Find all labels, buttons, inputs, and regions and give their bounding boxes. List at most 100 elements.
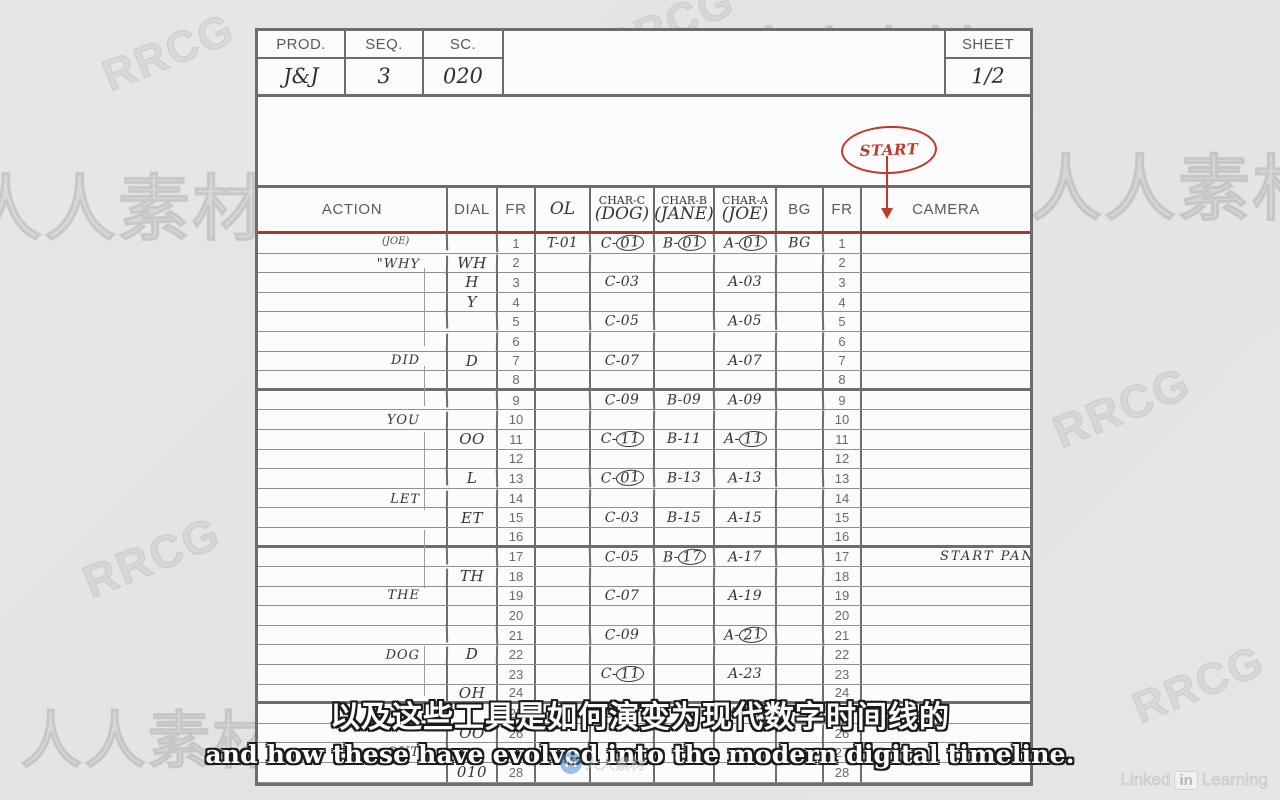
cell-bg xyxy=(777,508,824,527)
table-row[interactable]: 17 C-05 B- 17 A-17 17 START PAN xyxy=(257,545,1030,569)
cell-char-a: A-23 xyxy=(715,665,777,684)
table-row[interactable]: YOU 10 10 xyxy=(257,408,1030,431)
cell-dial: L xyxy=(447,468,499,489)
table-row[interactable]: 66 xyxy=(257,330,1030,353)
cell-action xyxy=(258,429,448,449)
table-row[interactable]: OO 11 C- 11 B-11 A- 11 11 xyxy=(258,429,1030,450)
table-row[interactable]: H 3 C-03 A-03 3 xyxy=(258,273,1030,293)
cell-char-b: B-13 xyxy=(654,468,716,489)
cell-dial xyxy=(447,233,499,254)
cell-camera xyxy=(862,234,1030,253)
table-row[interactable]: 16 16 xyxy=(258,527,1030,548)
cell-ol xyxy=(535,566,592,587)
sheet-label: SHEET xyxy=(946,31,1030,59)
column-header-row: ACTION DIAL FR OL CHAR-C (DOG) CHAR-B (J… xyxy=(258,188,1030,234)
table-row[interactable]: L 13 C- 01 B-13 A-13 13 xyxy=(257,466,1030,491)
table-row[interactable]: OH 24 24 xyxy=(258,684,1030,705)
cell-camera xyxy=(862,293,1030,312)
cell-char-b xyxy=(655,527,715,545)
watermark-rrcg-4: RRCG xyxy=(1045,356,1198,459)
table-row[interactable]: 25 C-01 A-25 25 xyxy=(257,701,1030,726)
cell-bg xyxy=(776,625,825,646)
cell-bg xyxy=(777,292,824,312)
table-row[interactable]: 9 C-09 B-09 A-09 9 xyxy=(257,388,1030,412)
cell-char-c: C-01 xyxy=(590,233,656,254)
cell-dial xyxy=(448,586,498,606)
cell-action xyxy=(257,722,449,745)
cell-dial: OO xyxy=(447,723,499,743)
table-row[interactable]: Y44 xyxy=(258,292,1030,313)
table-row[interactable]: 88 xyxy=(258,371,1030,391)
cell-ol xyxy=(536,371,591,388)
cell-fr-right: 2 xyxy=(824,253,862,273)
cell-char-b xyxy=(654,703,716,724)
cell-char-b xyxy=(655,586,715,606)
cell-action: DID xyxy=(258,351,448,371)
table-row[interactable]: DID D 7 C-07 A-07 7 xyxy=(258,351,1030,372)
cell-bg xyxy=(776,488,825,508)
cell-fr-right: 17 xyxy=(824,547,862,567)
prod-cell: PROD. J&J xyxy=(258,31,346,94)
cell-char-b xyxy=(655,273,715,292)
seq-label: SEQ. xyxy=(346,31,422,59)
cell-bg xyxy=(777,665,824,684)
prod-label: PROD. xyxy=(258,31,344,59)
table-row[interactable]: DOG D 22 22 xyxy=(257,643,1030,666)
cell-dial: Y xyxy=(448,292,498,312)
dialogue-connector-line xyxy=(424,366,425,406)
dialogue-connector-line xyxy=(424,268,425,346)
cell-ol xyxy=(536,743,591,763)
cell-char-a: A-07 xyxy=(715,351,777,371)
table-row[interactable]: "WHY WH 2 2 xyxy=(257,251,1030,274)
cell-camera xyxy=(862,489,1030,508)
cell-bg xyxy=(777,429,824,449)
cell-char-b xyxy=(655,606,715,625)
table-row[interactable]: THE 19 C-07 A-19 19 xyxy=(258,586,1030,607)
cell-dial xyxy=(447,625,499,646)
cell-fr-right: 26 xyxy=(824,723,862,743)
cell-char-a: A-09 xyxy=(714,389,778,411)
cell-bg xyxy=(777,351,824,371)
cell-char-b xyxy=(655,292,715,312)
cell-char-a xyxy=(715,449,777,469)
cell-fr-right: 28 xyxy=(824,763,862,782)
cell-char-a xyxy=(715,527,777,545)
cell-ol xyxy=(536,527,591,545)
table-row[interactable]: 5 C-05 A-05 5 xyxy=(257,309,1030,334)
table-row[interactable]: LET 14 14 xyxy=(257,487,1030,509)
cell-char-a xyxy=(715,743,777,763)
cell-dial: OO xyxy=(448,429,498,449)
cell-action: YOU xyxy=(257,408,449,431)
cell-fr-right: 23 xyxy=(824,665,862,684)
cell-dial: 010 xyxy=(448,763,498,782)
cell-action xyxy=(257,565,449,588)
cell-fr-right: 1 xyxy=(824,234,862,253)
cell-dial: H xyxy=(448,273,498,292)
cell-dial xyxy=(447,488,499,508)
cell-camera xyxy=(862,567,1030,586)
table-row[interactable]: 010 28 28 xyxy=(258,763,1030,783)
table-row[interactable]: 21 C-09 A- 21 21 xyxy=(257,623,1030,647)
cell-action xyxy=(257,466,449,491)
cell-char-b xyxy=(655,665,715,684)
table-row[interactable]: TH 18 18 xyxy=(257,565,1030,588)
cell-bg xyxy=(777,449,824,469)
cell-ol xyxy=(536,351,591,371)
col-dial: DIAL xyxy=(448,188,498,231)
cell-char-a: A- 11 xyxy=(715,429,777,449)
table-row[interactable]: OUT 27 27 xyxy=(258,743,1030,764)
cell-dial xyxy=(448,743,498,763)
cell-camera xyxy=(862,508,1030,527)
cell-char-c xyxy=(591,449,655,469)
cell-ol: T-01 xyxy=(535,233,592,254)
table-row[interactable]: ET 15 C-03 B-15 A-15 15 xyxy=(258,508,1030,528)
table-row[interactable]: 20 20 xyxy=(258,606,1030,626)
table-row[interactable]: 1 T-01 C- 01 B- 01 A- 01 BG 1 xyxy=(257,231,1030,256)
sheet-value: 1/2 xyxy=(970,63,1006,89)
table-row[interactable]: 23 C- 11 A-23 23 xyxy=(258,665,1030,685)
cell-char-c xyxy=(591,606,655,625)
table-row[interactable]: 12 12 xyxy=(258,449,1030,470)
cell-ol xyxy=(536,508,591,527)
cell-char-c: C-05 xyxy=(590,546,656,567)
table-row[interactable]: OO 26 26 xyxy=(257,722,1030,745)
